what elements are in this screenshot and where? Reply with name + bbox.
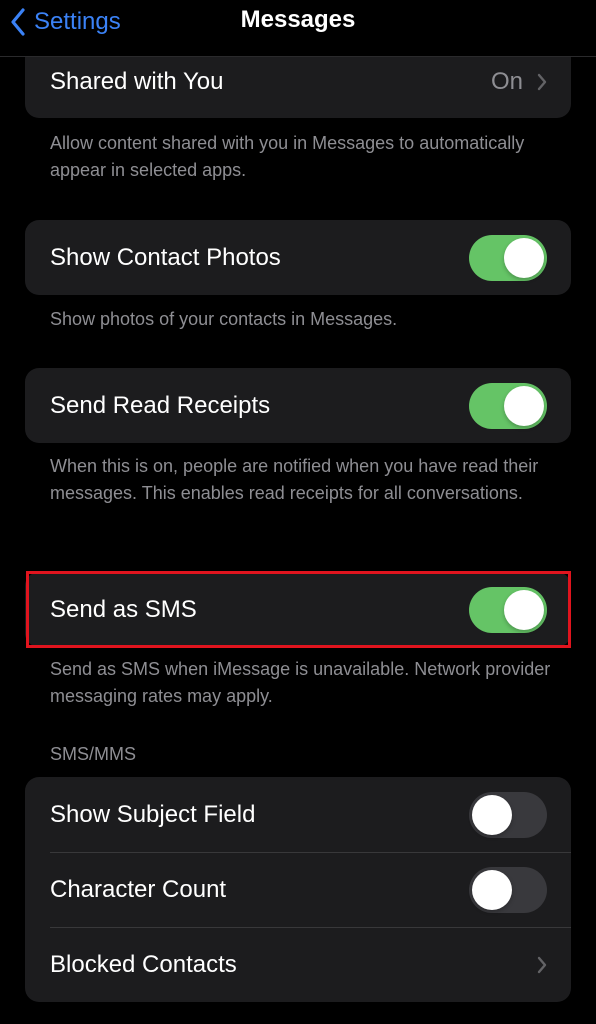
sms-mms-header: SMS/MMS [50,744,137,764]
chevron-right-icon [537,73,547,91]
show-subject-field-row: Show Subject Field [25,777,571,852]
blocked-contacts-label: Blocked Contacts [50,950,237,978]
show-contact-photos-label: Show Contact Photos [50,243,281,271]
show-contact-photos-toggle[interactable] [469,234,547,281]
character-count-toggle[interactable] [469,866,547,913]
character-count-label: Character Count [50,875,227,903]
navigation-bar: Settings Messages [0,0,596,57]
toggle-knob [472,869,512,910]
send-read-receipts-row: Send Read Receipts [25,368,571,443]
character-count-row: Character Count [25,852,571,927]
shared-with-you-label: Shared with You [50,68,224,95]
send-as-sms-group: Send as SMS [25,572,571,647]
shared-with-you-value: On [490,68,523,95]
send-read-receipts-footer: When this is on, people are notified whe… [50,456,539,503]
show-contact-photos-footer: Show photos of your contacts in Messages… [50,309,398,329]
shared-with-you-footer: Allow content shared with you in Message… [50,133,525,180]
show-contact-photos-group: Show Contact Photos [25,220,571,295]
chevron-right-icon [537,956,547,974]
send-as-sms-footer: Send as SMS when iMessage is unavailable… [50,659,551,706]
show-contact-photos-row: Show Contact Photos [25,220,571,295]
show-subject-field-label: Show Subject Field [50,800,256,828]
page-title: Messages [240,6,356,33]
send-as-sms-row: Send as SMS [25,572,571,647]
send-read-receipts-label: Send Read Receipts [50,391,271,419]
toggle-knob [472,794,512,835]
toggle-knob [504,385,544,426]
send-as-sms-toggle[interactable] [469,586,547,633]
send-read-receipts-toggle[interactable] [469,382,547,429]
show-subject-field-toggle[interactable] [469,791,547,838]
sms-mms-group: Show Subject Field Character Count Block… [25,777,571,1002]
blocked-contacts-row[interactable]: Blocked Contacts [25,927,571,1002]
send-read-receipts-group: Send Read Receipts [25,368,571,443]
toggle-knob [504,589,544,630]
toggle-knob [504,237,544,278]
send-as-sms-label: Send as SMS [50,595,197,623]
